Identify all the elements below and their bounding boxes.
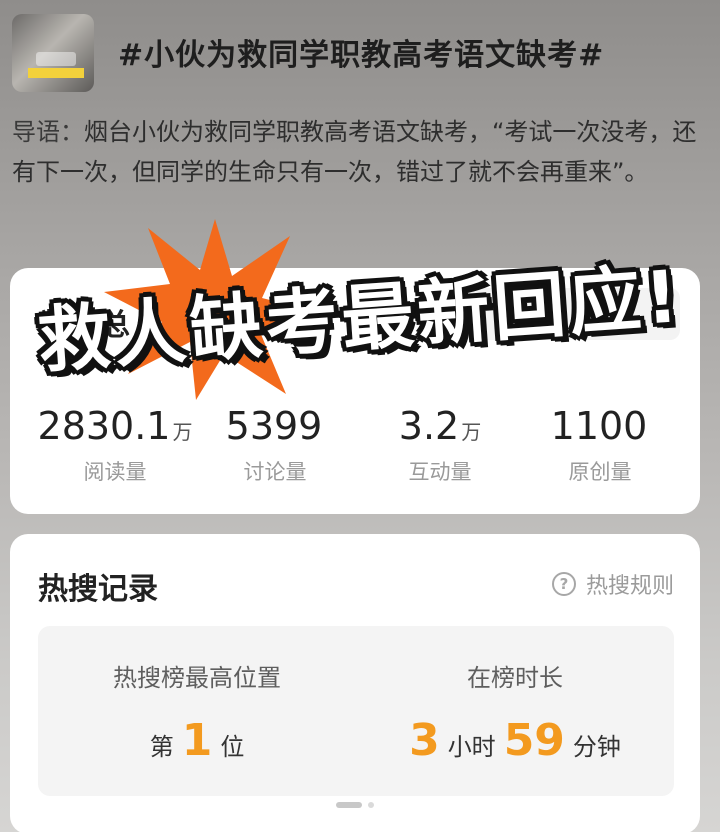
duration-hours-unit: 小时 <box>447 733 496 761</box>
stat-label: 原创量 <box>568 460 632 484</box>
stat-reads: 2830.1 万 阅读量 <box>30 404 200 486</box>
topic-title: #小伙为救同学职教高考语文缺考# <box>118 38 605 73</box>
stat-value: 3.2 <box>398 404 460 448</box>
duration-title: 在榜时长 <box>467 664 563 692</box>
hot-search-title: 热搜记录 <box>38 572 158 607</box>
topic-intro: 导语：烟台小伙为救同学职教高考语文缺考，“考试一次没考，还有下一次，但同学的生命… <box>12 112 712 192</box>
thumbnail-overlay <box>36 52 76 66</box>
stat-interactions: 3.2 万 互动量 <box>355 404 525 486</box>
peak-position: 热搜榜最高位置 第1位 <box>38 658 356 766</box>
thumbnail-caption-strip <box>28 68 84 78</box>
stat-value: 2830.1 <box>37 404 171 448</box>
stat-label: 阅读量 <box>83 460 147 484</box>
duration-minutes-unit: 分钟 <box>572 733 621 761</box>
peak-suffix: 位 <box>220 733 245 761</box>
intro-lead: 导语： <box>12 118 84 146</box>
stat-label: 讨论量 <box>243 460 307 484</box>
stat-label: 互动量 <box>408 460 472 484</box>
question-circle-icon: ? <box>551 572 576 596</box>
hot-search-rules-label: 热搜规则 <box>585 574 674 599</box>
duration-hours: 3 <box>409 715 440 766</box>
duration-minutes: 59 <box>503 715 565 766</box>
stat-discussions: 5399 讨论量 <box>190 404 360 486</box>
peak-prefix: 第 <box>149 733 174 761</box>
hot-search-rules-link[interactable]: ? 热搜规则 <box>551 568 674 600</box>
intro-text: 烟台小伙为救同学职教高考语文缺考，“考试一次没考，还有下一次，但同学的生命只有一… <box>12 118 697 186</box>
peak-rank-value: 1 <box>181 715 213 766</box>
page-dot <box>368 802 374 808</box>
duration-value-row: 3 小时 59 分钟 <box>356 715 674 766</box>
hot-search-stats-panel: 热搜榜最高位置 第1位 在榜时长 3 小时 59 分钟 <box>38 626 674 796</box>
stat-value: 5399 <box>225 404 323 448</box>
hot-search-card: 热搜记录 ? 热搜规则 热搜榜最高位置 第1位 在榜时长 3 小时 59 分钟 <box>10 534 700 832</box>
topic-thumbnail[interactable] <box>12 14 94 92</box>
peak-position-value-row: 第1位 <box>38 715 356 766</box>
stat-value: 1100 <box>550 404 648 448</box>
stat-unit: 万 <box>461 420 482 444</box>
page-indicator <box>328 800 392 810</box>
stat-originals: 1100 原创量 <box>515 404 685 486</box>
peak-position-title: 热搜榜最高位置 <box>113 664 281 692</box>
on-list-duration: 在榜时长 3 小时 59 分钟 <box>356 658 674 766</box>
page-dot-active <box>336 802 362 808</box>
